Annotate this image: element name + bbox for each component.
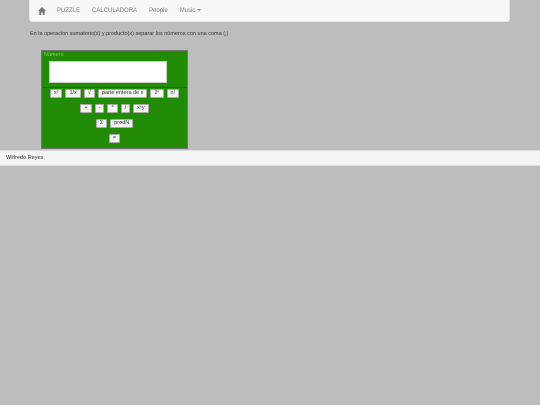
caret-down-icon [197,8,202,11]
nav-music-dropdown[interactable]: Music [174,0,208,22]
calculator-panel: Número x² 1/x √ parte entera de x 2ⁿ n! … [41,50,188,149]
product-button[interactable]: prodN [110,119,134,128]
reciprocal-button[interactable]: 1/x [65,89,81,98]
button-row-equals: = [42,134,187,143]
footer-author: Wilfredo Reyes [6,155,44,161]
button-row-functions: x² 1/x √ parte entera de x 2ⁿ n! [42,89,187,98]
number-input[interactable] [49,61,167,83]
multiply-button[interactable]: * [107,104,118,113]
square-button[interactable]: x² [49,89,63,98]
subtract-button[interactable]: - [94,104,105,113]
divide-button[interactable]: / [120,104,131,113]
button-row-aggregates: Σ prodN [42,119,187,128]
equals-button[interactable]: = [108,134,121,143]
button-row-operators: + - * / xⁿy [42,104,187,113]
display-label: Número [44,52,64,58]
nav-puzzle[interactable]: PUZZLE [53,0,86,22]
power-of-two-button[interactable]: 2ⁿ [150,89,164,98]
integer-part-button[interactable]: parte entera de x [97,89,148,98]
sum-button[interactable]: Σ [95,119,108,128]
footer: Wilfredo Reyes [0,150,540,166]
factorial-button[interactable]: n! [166,89,180,98]
nav-people[interactable]: People [143,0,174,22]
power-button[interactable]: xⁿy [133,104,149,113]
navbar: PUZZLE CALCULADORA People Music [29,0,510,22]
nav-calculadora[interactable]: CALCULADORA [86,0,143,22]
home-icon[interactable] [31,0,53,22]
instructions-text: En la operacion sumatorio(x) y producto(… [30,31,229,37]
sqrt-button[interactable]: √ [83,89,95,98]
nav-music-label: Music [179,7,196,14]
calculator-divider [42,87,187,88]
add-button[interactable]: + [80,104,92,113]
